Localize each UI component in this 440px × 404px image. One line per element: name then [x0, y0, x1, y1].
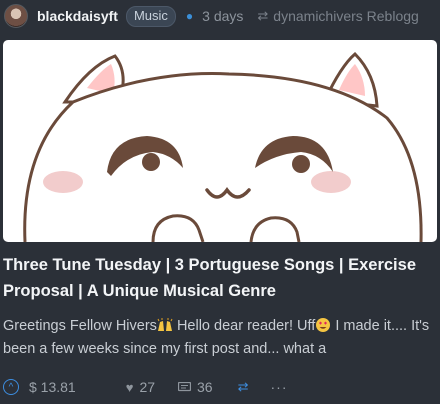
post-title[interactable]: Three Tune Tuesday | 3 Portuguese Songs … [3, 252, 435, 304]
reblog-icon: ⇄ [257, 8, 269, 23]
more-options-button[interactable]: ··· [271, 379, 288, 395]
author-username[interactable]: blackdaisyft [37, 8, 118, 24]
chevron-up-icon: ^ [8, 381, 14, 393]
raising-hands-emoji-icon [157, 318, 173, 331]
votes-count[interactable]: 27 [139, 379, 155, 395]
comments-count[interactable]: 36 [197, 379, 213, 395]
community-badge[interactable]: Music [125, 5, 176, 27]
reblogged-by-text[interactable]: dynamichivers Reblogg [273, 8, 419, 24]
post-header: blackdaisyft Music ● 3 days ⇄ dynamichiv… [0, 0, 440, 32]
post-thumbnail[interactable] [3, 40, 437, 242]
excerpt-text-2: Hello dear reader! Uff [172, 318, 316, 334]
post-excerpt[interactable]: Greetings Fellow Hivers Hello dear reade… [3, 315, 435, 361]
cute-cat-illustration [23, 51, 423, 242]
heart-icon: ♥ [125, 379, 134, 395]
author-avatar[interactable] [4, 4, 28, 28]
post-timestamp[interactable]: 3 days [202, 8, 243, 24]
upvote-button[interactable]: ^ [3, 379, 19, 395]
comment-icon [178, 381, 192, 391]
excerpt-text-1: Greetings Fellow Hivers [3, 318, 157, 334]
post-footer: ^ $ 13.81 ♥ 27 36 ⇄ ··· [0, 375, 440, 399]
separator-dot-icon: ● [185, 9, 194, 23]
heart-eyes-emoji-icon [316, 318, 331, 332]
reblog-button-icon[interactable]: ⇄ [238, 379, 249, 395]
payout-value[interactable]: $ 13.81 [29, 379, 76, 395]
